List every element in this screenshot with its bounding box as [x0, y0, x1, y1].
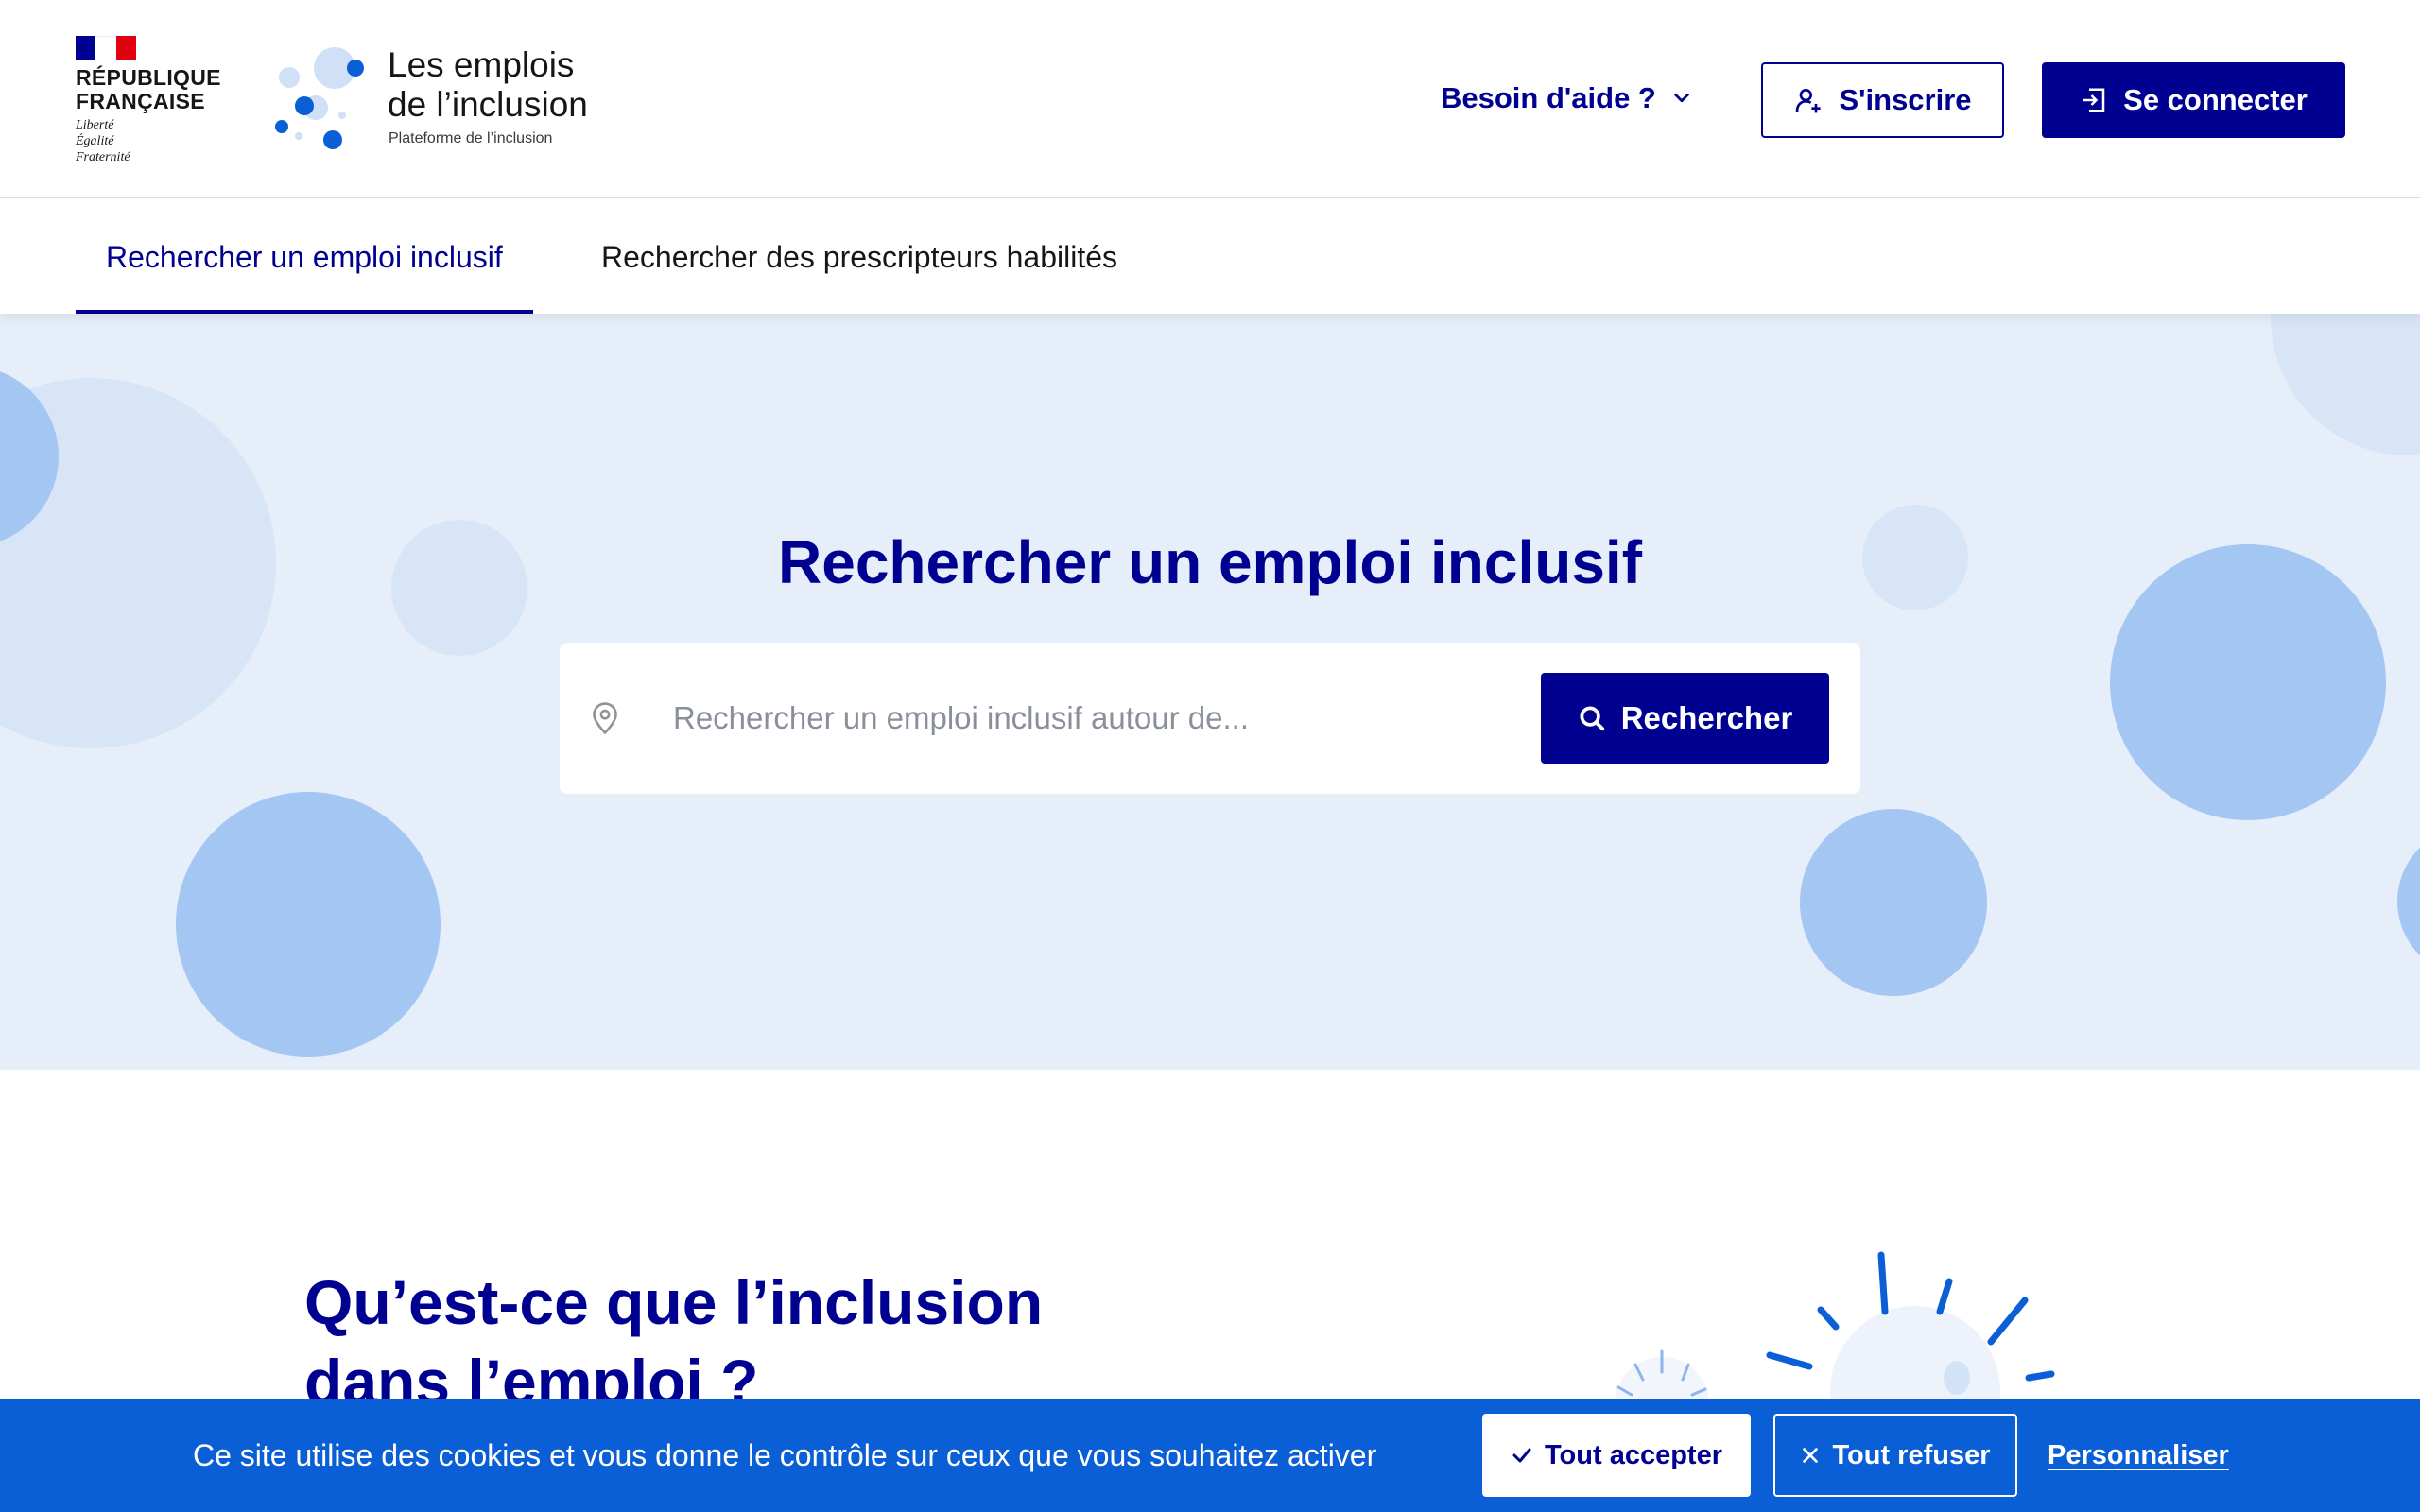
location-search-input[interactable]	[673, 680, 1467, 756]
accept-all-cookies-button[interactable]: Tout accepter	[1482, 1414, 1751, 1497]
republic-name: RÉPUBLIQUE FRANÇAISE	[76, 65, 221, 113]
cookie-message: Ce site utilise des cookies et vous donn…	[193, 1437, 1377, 1472]
map-pin-icon	[593, 702, 617, 735]
hero-search-section: Rechercher un emploi inclusif Rechercher	[0, 314, 2420, 1070]
accept-label: Tout accepter	[1544, 1439, 1722, 1470]
decorative-bubble	[1800, 809, 1987, 996]
republique-francaise-logo[interactable]: RÉPUBLIQUE FRANÇAISE Liberté Égalité Fra…	[76, 36, 227, 165]
decorative-bubble	[176, 792, 441, 1057]
login-label: Se connecter	[2123, 83, 2308, 116]
cookie-banner: Ce site utilise des cookies et vous donn…	[0, 1399, 2420, 1512]
search-form: Rechercher	[560, 643, 1860, 794]
brand-subtitle: Plateforme de l’inclusion	[389, 130, 553, 146]
login-icon	[2083, 88, 2105, 112]
login-button[interactable]: Se connecter	[2042, 62, 2345, 138]
search-button[interactable]: Rechercher	[1541, 673, 1829, 764]
close-icon	[1803, 1448, 1819, 1463]
chevron-down-icon	[1674, 93, 1689, 103]
search-button-label: Rechercher	[1620, 700, 1793, 735]
brand-title: Les emplois de l’inclusion	[388, 45, 588, 124]
tab-search-job[interactable]: Rechercher un emploi inclusif	[76, 200, 533, 314]
french-flag-icon	[76, 36, 136, 60]
tab-label: Rechercher des prescripteurs habilités	[601, 239, 1118, 274]
decorative-bubble	[2397, 826, 2420, 977]
hero-title: Rechercher un emploi inclusif	[778, 528, 1642, 596]
main-navigation: Rechercher un emploi inclusif Rechercher…	[0, 200, 2420, 314]
site-header: RÉPUBLIQUE FRANÇAISE Liberté Égalité Fra…	[0, 0, 2420, 198]
signup-button[interactable]: S'inscrire	[1761, 62, 2004, 138]
help-dropdown[interactable]: Besoin d'aide ?	[1441, 79, 1692, 117]
user-add-icon	[1796, 89, 1822, 113]
signup-label: S'inscrire	[1839, 83, 1972, 116]
customize-cookies-link[interactable]: Personnaliser	[2048, 1399, 2229, 1512]
tab-search-prescribers[interactable]: Rechercher des prescripteurs habilités	[601, 200, 1117, 314]
help-label: Besoin d'aide ?	[1441, 81, 1656, 114]
tab-label: Rechercher un emploi inclusif	[106, 239, 503, 274]
brand-logo[interactable]: Les emplois de l’inclusion Plateforme de…	[272, 45, 631, 159]
check-icon	[1512, 1448, 1531, 1463]
bubbles-logo-icon	[275, 47, 364, 149]
refuse-label: Tout refuser	[1832, 1439, 1991, 1470]
republic-motto: Liberté Égalité Fraternité	[76, 118, 130, 164]
section-title: Qu’est-ce que l’inclusion dans l’emploi …	[304, 1267, 1044, 1417]
search-icon	[1580, 706, 1604, 731]
refuse-all-cookies-button[interactable]: Tout refuser	[1773, 1414, 2017, 1497]
decorative-bubble	[2271, 314, 2420, 455]
